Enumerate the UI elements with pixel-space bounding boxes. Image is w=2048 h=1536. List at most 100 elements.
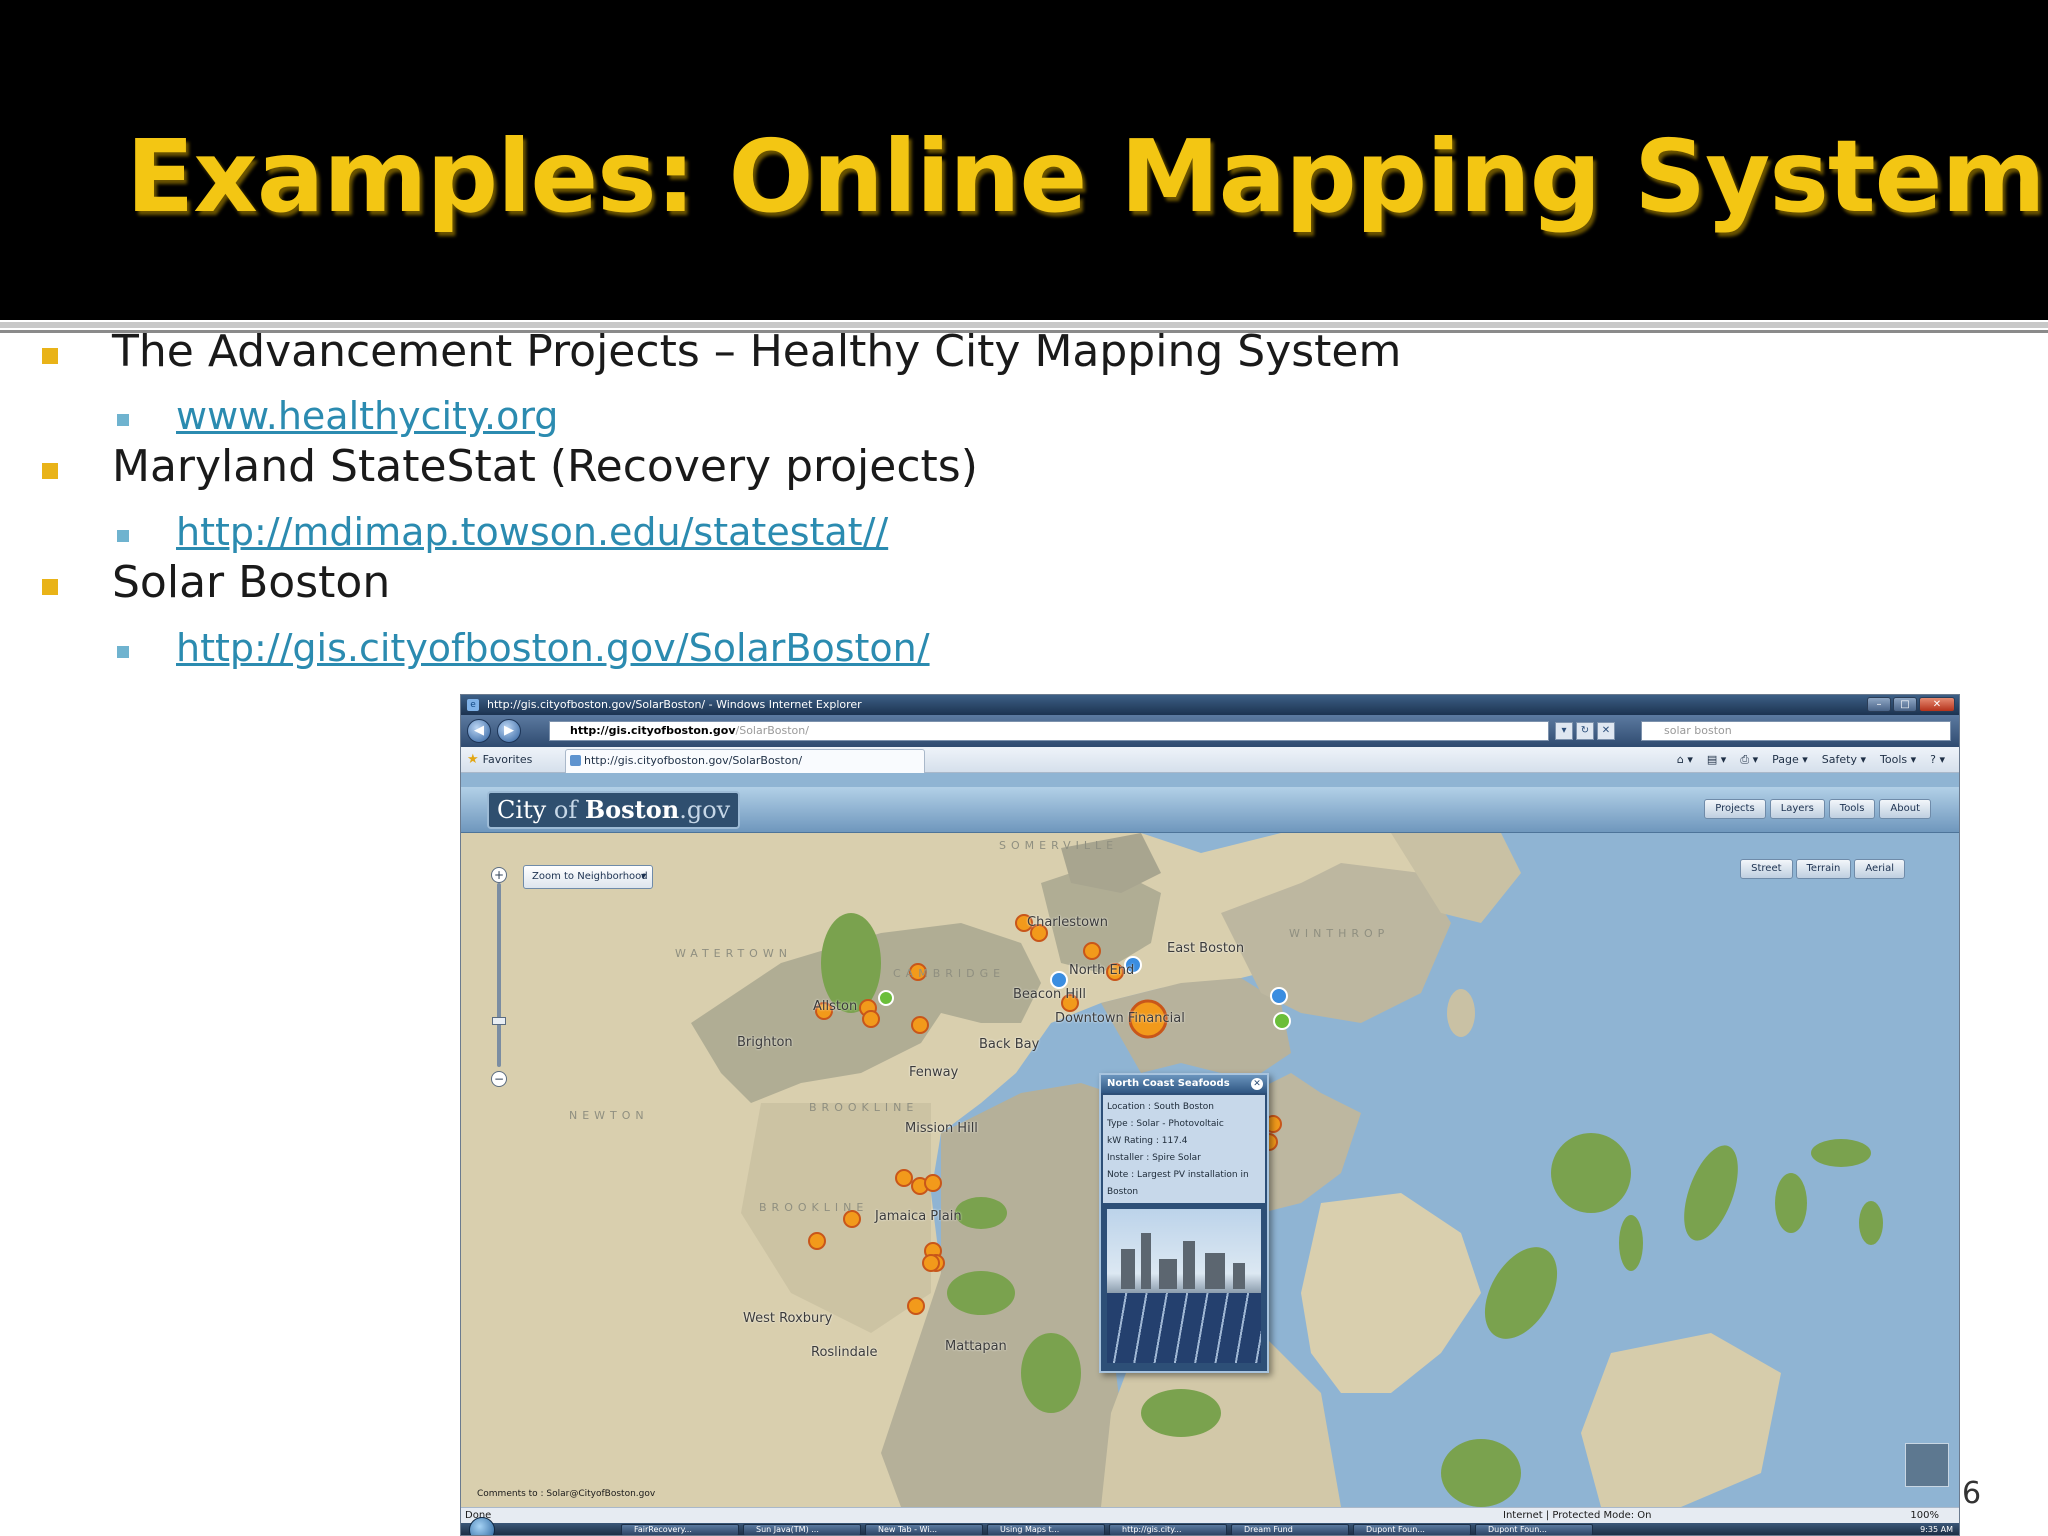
forward-arrow-icon[interactable]: ▶ [497, 719, 521, 743]
refresh-icon[interactable]: ↻ [1576, 722, 1594, 740]
district-label: BROOKLINE [759, 1201, 869, 1214]
district-label: WINTHROP [1289, 927, 1390, 940]
minimize-icon[interactable]: – [1867, 697, 1891, 712]
map-label: Jamaica Plain [875, 1209, 962, 1224]
popup-type: Type : Solar - Photovoltaic [1107, 1119, 1224, 1129]
slide-header: Examples: Online Mapping Systems [0, 0, 2048, 320]
dropdown-icon[interactable]: ▾ [1555, 722, 1573, 740]
comments-link[interactable]: Comments to : Solar@CityofBoston.gov [477, 1489, 655, 1499]
link-statestat[interactable]: http://mdimap.towson.edu/statestat// [116, 510, 888, 554]
park-area [955, 1197, 1007, 1229]
map-label: Mission Hill [905, 1121, 978, 1136]
taskbar-item[interactable]: Dupont Foun... [1353, 1524, 1471, 1535]
search-input[interactable]: solar boston [1641, 721, 1951, 741]
basemap-switcher: Street Terrain Aerial [1740, 859, 1905, 879]
map-label: Roslindale [811, 1345, 878, 1360]
zoom-in-icon[interactable]: + [491, 867, 507, 883]
slide: Examples: Online Mapping Systems The Adv… [0, 0, 2048, 1536]
district-label: WATERTOWN [675, 947, 792, 960]
browser-tab[interactable]: http://gis.cityofboston.gov/SolarBoston/ [565, 749, 925, 773]
print-icon[interactable]: ⎙ ▾ [1740, 747, 1758, 773]
popup-note: Note : Largest PV installation in Boston [1107, 1170, 1249, 1197]
taskbar-item[interactable]: http://gis.city... [1109, 1524, 1227, 1535]
stop-icon[interactable]: ✕ [1597, 722, 1615, 740]
bullet-healthy-city: The Advancement Projects – Healthy City … [41, 326, 1402, 377]
taskbar-item[interactable]: Dream Fund [1231, 1524, 1349, 1535]
browser-title-bar: e http://gis.cityofboston.gov/SolarBosto… [461, 695, 1959, 715]
taskbar-item[interactable]: FairRecovery... [621, 1524, 739, 1535]
popup-location: Location : South Boston [1107, 1102, 1214, 1112]
info-marker[interactable] [1270, 987, 1288, 1005]
map-label: East Boston [1167, 941, 1245, 956]
park-area [1021, 1333, 1081, 1413]
building [1205, 1253, 1225, 1289]
island [1447, 989, 1475, 1037]
back-arrow-icon[interactable]: ◀ [467, 719, 491, 743]
park-area [1141, 1389, 1221, 1437]
zoom-track[interactable] [497, 883, 501, 1067]
feeds-icon[interactable]: ▤ ▾ [1707, 747, 1726, 773]
district-label: SOMERVILLE [999, 839, 1119, 852]
zoom-level[interactable]: 100% [1910, 1508, 1939, 1523]
neighborhood-select[interactable]: Zoom to Neighborhood ▾ [523, 865, 653, 889]
page-menu[interactable]: Page ▾ [1772, 747, 1808, 773]
zoom-slider[interactable]: + − [491, 867, 507, 1087]
taskbar-item[interactable]: New Tab - Wi... [865, 1524, 983, 1535]
taskbar-items: FairRecovery... Sun Java(TM) ... New Tab… [621, 1524, 1593, 1535]
basemap-aerial[interactable]: Aerial [1854, 859, 1905, 879]
popup-title: North Coast Seafoods [1101, 1075, 1267, 1093]
map-label: Charlestown [1027, 915, 1108, 930]
building [1233, 1263, 1245, 1289]
basemap-street[interactable]: Street [1740, 859, 1793, 879]
brand-name: Boston [584, 795, 680, 824]
taskbar-item[interactable]: Using Maps t... [987, 1524, 1105, 1535]
bullet-solar-boston: Solar Boston [41, 557, 391, 608]
link-healthycity[interactable]: www.healthycity.org [116, 394, 558, 438]
slide-title: Examples: Online Mapping Systems [126, 118, 2048, 235]
basemap-terrain[interactable]: Terrain [1795, 859, 1852, 879]
maximize-icon[interactable]: □ [1893, 697, 1917, 712]
safety-menu[interactable]: Safety ▾ [1822, 747, 1866, 773]
address-host: http://gis.cityofboston.gov [570, 724, 736, 737]
tab-projects[interactable]: Projects [1704, 799, 1766, 819]
home-icon[interactable]: ⌂ ▾ [1677, 747, 1693, 773]
compass-icon[interactable] [1905, 1443, 1949, 1487]
app-header: City of Boston.gov Projects Layers Tools… [461, 787, 1959, 833]
tab-tools[interactable]: Tools [1828, 799, 1876, 819]
park-area [947, 1271, 1015, 1315]
land-quincy [1581, 1333, 1781, 1507]
wind-marker[interactable] [878, 990, 894, 1006]
map-view[interactable]: City of Boston.gov Projects Layers Tools… [461, 773, 1959, 1507]
link-solarboston[interactable]: http://gis.cityofboston.gov/SolarBoston/ [117, 626, 930, 670]
zoom-thumb[interactable] [492, 1017, 506, 1025]
favorites-button[interactable]: ★ Favorites [467, 747, 532, 773]
chevron-down-icon: ▾ [640, 871, 646, 882]
popup-rating: kW Rating : 117.4 [1107, 1136, 1188, 1146]
info-marker[interactable] [1050, 971, 1068, 989]
start-button-icon[interactable] [469, 1517, 495, 1535]
island [1619, 1215, 1643, 1271]
address-toolbar: ◀ ▶ http://gis.cityofboston.gov/SolarBos… [461, 715, 1959, 747]
island [1775, 1173, 1807, 1233]
land-dorchester [1301, 1193, 1481, 1393]
taskbar-item[interactable]: Dupont Foun... [1475, 1524, 1593, 1535]
zoom-out-icon[interactable]: − [491, 1071, 507, 1087]
site-info-popup[interactable]: North Coast Seafoods ✕ Location : South … [1099, 1073, 1269, 1373]
browser-tab-label: http://gis.cityofboston.gov/SolarBoston/ [584, 754, 803, 767]
page-icon [570, 755, 581, 766]
wind-marker[interactable] [1273, 1012, 1291, 1030]
district-label: CAMBRIDGE [893, 967, 1006, 980]
status-bar: Done Internet | Protected Mode: On 100% [461, 1507, 1959, 1523]
close-icon[interactable]: ✕ [1919, 697, 1955, 712]
tools-menu[interactable]: Tools ▾ [1880, 747, 1916, 773]
window-controls: – □ ✕ [1867, 697, 1955, 712]
close-icon[interactable]: ✕ [1251, 1078, 1263, 1090]
tab-about[interactable]: About [1879, 799, 1931, 819]
taskbar-item[interactable]: Sun Java(TM) ... [743, 1524, 861, 1535]
help-icon[interactable]: ? ▾ [1930, 747, 1945, 773]
city-of-boston-logo[interactable]: City of Boston.gov [487, 791, 741, 829]
island [1684, 1145, 1738, 1241]
address-bar[interactable]: http://gis.cityofboston.gov/SolarBoston/ [549, 721, 1549, 741]
tab-layers[interactable]: Layers [1769, 799, 1825, 819]
park-area [1441, 1439, 1521, 1507]
